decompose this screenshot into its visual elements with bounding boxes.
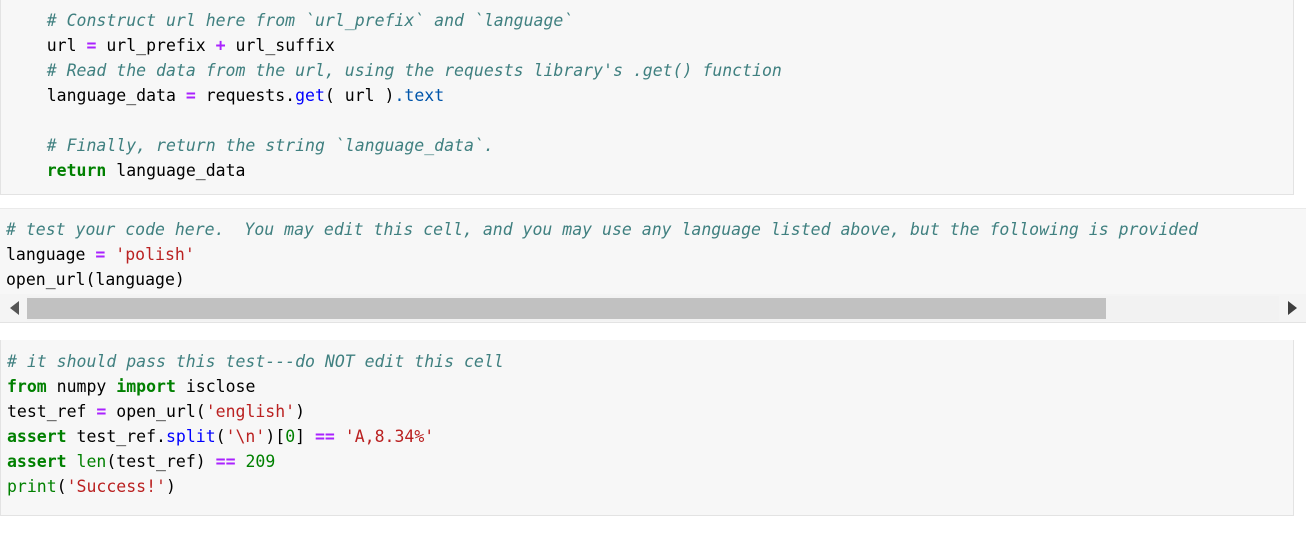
var-language-data: language_data xyxy=(46,86,176,105)
code-cell-autograder-test[interactable]: # it should pass this test---do NOT edit… xyxy=(0,340,1294,516)
code-cell-user-test[interactable]: # test your code here. You may edit this… xyxy=(0,208,1306,294)
imported-isclose: isclose xyxy=(175,377,256,396)
notebook-scroll-area: # Construct url here from `url_prefix` a… xyxy=(0,0,1306,544)
paren-open: ( xyxy=(215,427,226,446)
comment-should-pass-test: # it should pass this test---do NOT edit… xyxy=(7,352,504,371)
horizontal-scrollbar[interactable] xyxy=(0,294,1306,323)
operator-assign: = xyxy=(185,86,196,105)
comment-read-data: # Read the data from the url, using the … xyxy=(46,61,782,80)
triangle-right-icon xyxy=(1287,301,1297,315)
string-newline: '\n' xyxy=(225,427,266,446)
operator-equality: == xyxy=(315,427,335,446)
comment-test-your-code: # test your code here. You may edit this… xyxy=(6,220,1199,239)
var-language: language xyxy=(6,245,86,264)
keyword-from: from xyxy=(7,377,47,396)
builtin-print: print xyxy=(7,477,57,496)
operator-assign: = xyxy=(96,402,107,421)
call-open-url: open_url(language) xyxy=(6,270,185,289)
paren-open: ( xyxy=(56,477,67,496)
code-cell-function-body-source[interactable]: # Construct url here from `url_prefix` a… xyxy=(1,0,1293,183)
operator-equality: == xyxy=(215,452,236,471)
comment-construct-url: # Construct url here from `url_prefix` a… xyxy=(46,11,574,30)
keyword-import: import xyxy=(116,377,176,396)
number-zero: 0 xyxy=(285,427,296,446)
call-args: (test_ref) xyxy=(106,452,216,471)
string-english: 'english' xyxy=(205,402,296,421)
keyword-return: return xyxy=(46,161,107,180)
operator-assign: = xyxy=(86,36,97,55)
scroll-right-arrow-icon[interactable] xyxy=(1278,294,1306,322)
operator-assign: = xyxy=(95,245,106,264)
var-url: url xyxy=(46,36,77,55)
scrollbar-track[interactable] xyxy=(27,296,1279,321)
triangle-left-icon xyxy=(9,301,19,315)
call-open-url: open_url( xyxy=(116,402,206,421)
keyword-assert: assert xyxy=(7,427,67,446)
string-expected-value: 'A,8.34%' xyxy=(334,427,435,446)
module-numpy: numpy xyxy=(46,377,117,396)
operator-plus: + xyxy=(215,36,226,55)
string-success: 'Success!' xyxy=(66,477,166,496)
code-cell-function-body[interactable]: # Construct url here from `url_prefix` a… xyxy=(0,0,1294,195)
scrollbar-thumb[interactable] xyxy=(27,298,1106,319)
bracket-open: )[ xyxy=(265,427,286,446)
attribute-text: .text xyxy=(394,86,445,105)
number-209: 209 xyxy=(235,452,276,471)
string-polish: 'polish' xyxy=(115,245,195,264)
bracket-close: ] xyxy=(295,427,315,446)
var-url-prefix: url_prefix xyxy=(106,36,206,55)
var-test-ref: test_ref. xyxy=(66,427,166,446)
paren-close: ) xyxy=(165,477,176,496)
call-args: ( url ) xyxy=(324,86,395,105)
scroll-left-arrow-icon[interactable] xyxy=(0,294,28,322)
code-cell-autograder-test-source[interactable]: # it should pass this test---do NOT edit… xyxy=(1,340,1293,499)
paren-close: ) xyxy=(295,402,306,421)
var-url-suffix: url_suffix xyxy=(235,36,335,55)
var-language-data: language_data xyxy=(106,161,246,180)
code-cell-user-test-source[interactable]: # test your code here. You may edit this… xyxy=(0,209,1306,292)
function-get: get xyxy=(295,86,325,105)
function-split: split xyxy=(165,427,216,446)
keyword-assert: assert xyxy=(7,452,67,471)
var-test-ref: test_ref xyxy=(7,402,87,421)
builtin-len: len xyxy=(66,452,107,471)
comment-finally-return: # Finally, return the string `language_d… xyxy=(46,136,494,155)
module-requests: requests. xyxy=(205,86,296,105)
